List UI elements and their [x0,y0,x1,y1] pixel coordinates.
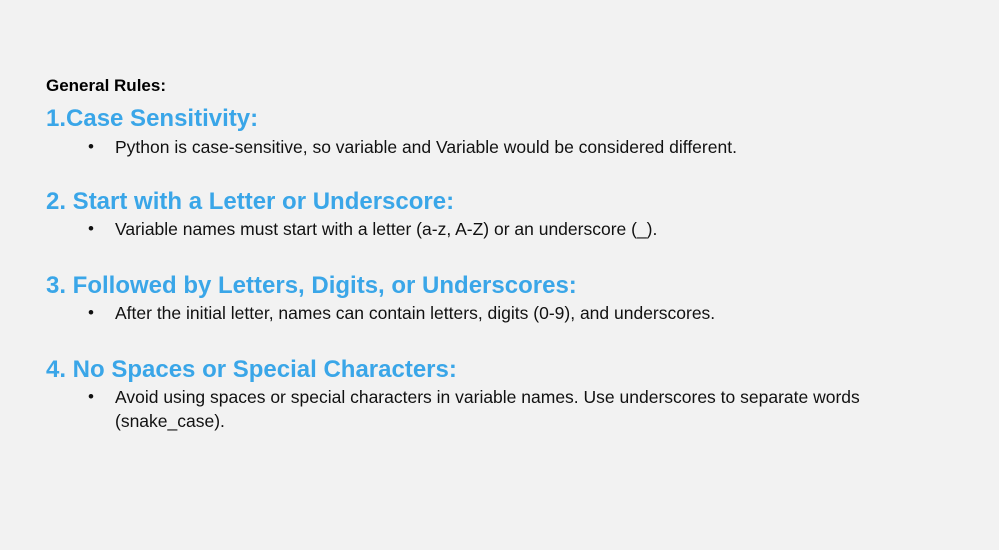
bullet-icon: • [88,137,94,156]
rule-following-characters: 3. Followed by Letters, Digits, or Under… [46,272,946,325]
rule-start-character: 2. Start with a Letter or Underscore: • … [46,188,946,241]
bullet-list: • Variable names must start with a lette… [46,217,946,241]
slide: General Rules: 1.Case Sensitivity: • Pyt… [0,0,999,550]
rule-case-sensitivity: 1.Case Sensitivity: • Python is case-sen… [46,105,946,159]
bullet-item: • Avoid using spaces or special characte… [46,385,905,433]
bullet-list: • Python is case-sensitive, so variable … [46,135,946,159]
bullet-text: Python is case-sensitive, so variable an… [115,137,737,157]
rule-no-spaces: 4. No Spaces or Special Characters: • Av… [46,356,946,433]
bullet-text: Avoid using spaces or special characters… [115,387,860,431]
bullet-item: • Variable names must start with a lette… [46,217,905,241]
bullet-icon: • [88,387,94,406]
bullet-item: • Python is case-sensitive, so variable … [46,135,905,159]
bullet-icon: • [88,219,94,238]
rule-heading: 3. Followed by Letters, Digits, or Under… [46,272,577,299]
rule-heading: 1.Case Sensitivity: [46,105,259,132]
bullet-icon: • [88,303,94,322]
bullet-item: • After the initial letter, names can co… [46,301,905,325]
bullet-list: • Avoid using spaces or special characte… [46,385,946,433]
rule-heading: 2. Start with a Letter or Underscore: [46,188,455,215]
bullet-list: • After the initial letter, names can co… [46,301,946,325]
general-rules-title: General Rules: [46,76,166,95]
bullet-text: Variable names must start with a letter … [115,219,658,239]
bullet-text: After the initial letter, names can cont… [115,303,716,323]
rule-heading: 4. No Spaces or Special Characters: [46,356,457,383]
